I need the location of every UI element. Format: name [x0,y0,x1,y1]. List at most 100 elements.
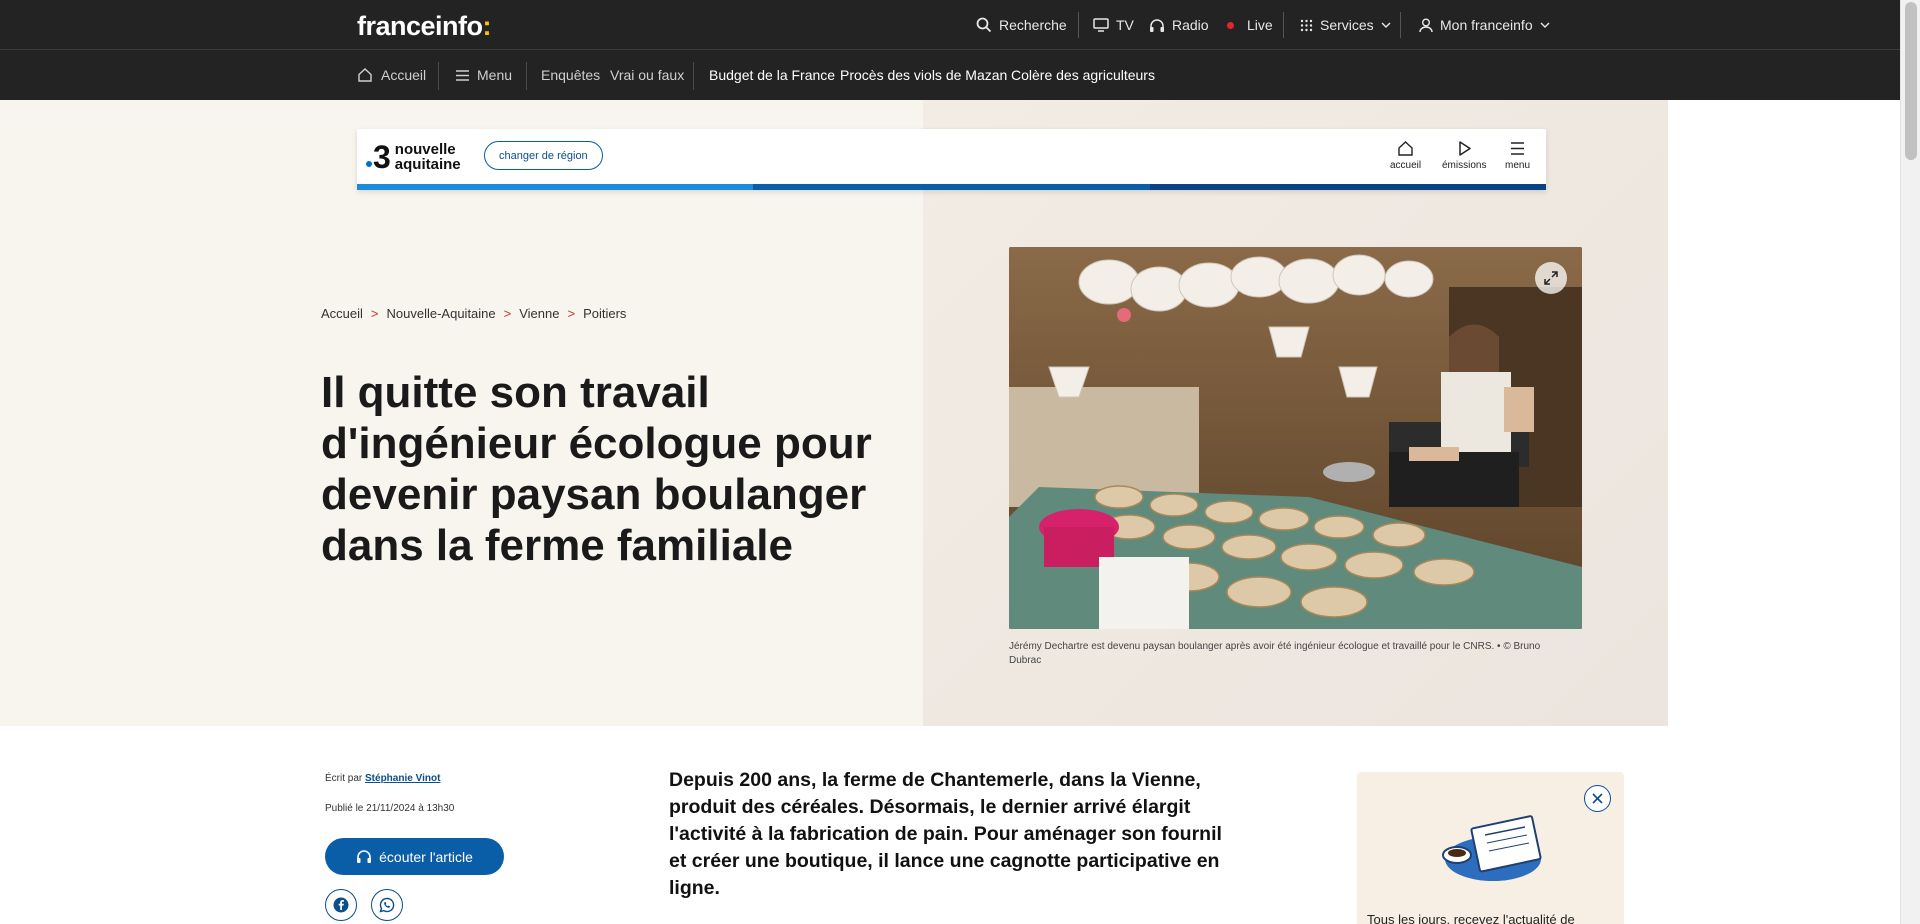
account-menu[interactable]: Mon franceinfo [1419,0,1550,50]
france3-region-logo[interactable]: 3 nouvelle aquitaine [366,141,461,173]
facebook-icon [333,897,349,913]
logo-dot [366,161,372,167]
breadcrumb-item[interactable]: Vienne [519,306,559,321]
nav-topic-budget[interactable]: Budget de la France [709,50,835,100]
region-color-stripe [357,184,1546,190]
divider [438,62,439,90]
account-label: Mon franceinfo [1440,17,1533,33]
change-region-button[interactable]: changer de région [484,141,603,170]
nav-topic-label: Budget de la France [709,67,836,83]
scrollbar-thumb[interactable] [1905,2,1917,160]
tv-label: TV [1116,17,1134,33]
nav-item-vrai-ou-faux[interactable]: Vrai ou faux [610,50,684,100]
breadcrumb-separator: > [503,306,512,321]
newspaper-coffee-illustration [1442,815,1542,881]
region-menu-label: menu [1505,160,1531,171]
top-bar: franceinfo: Recherche TV Radio Live Serv… [0,0,1900,50]
radio-label: Radio [1172,17,1209,33]
search-label: Recherche [999,17,1067,33]
photo-caption: Jérémy Dechartre est devenu paysan boula… [1009,641,1541,666]
nav-home[interactable]: Accueil [357,50,426,100]
region-name-line2: aquitaine [394,156,461,173]
newsletter-promo: Tous les jours, recevez l'actualité de [1357,772,1624,924]
byline: Écrit par Stéphanie Vinot [325,773,440,784]
breadcrumb-item[interactable]: Nouvelle-Aquitaine [387,306,496,321]
chevron-down-icon [1381,22,1391,28]
nav-topic-mazan[interactable]: Procès des viols de Mazan [840,50,1007,100]
expand-icon [1543,270,1559,286]
breadcrumb-separator: > [567,306,576,321]
breadcrumb-separator: > [370,306,379,321]
stripe-segment [753,184,1150,190]
whatsapp-icon [379,897,395,913]
promo-text: Tous les jours, recevez l'actualité de [1367,912,1575,924]
search-button[interactable]: Recherche [976,0,1067,50]
expand-image-button[interactable] [1535,262,1567,294]
author-link[interactable]: Stéphanie Vinot [365,773,440,784]
divider [1283,12,1284,38]
share-whatsapp-button[interactable] [371,889,403,921]
headphones-icon [1149,18,1165,33]
divider [1400,12,1401,38]
divider [693,62,694,90]
channel-number: 3 [373,139,391,175]
scrollbar[interactable] [1900,0,1920,924]
live-dot-icon [1227,21,1234,29]
region-home-button[interactable]: accueil [1390,140,1421,171]
tv-link[interactable]: TV [1093,0,1134,50]
live-label: Live [1247,17,1273,33]
regional-banner: 3 nouvelle aquitaine changer de région ac… [357,129,1546,190]
live-link[interactable]: Live [1227,0,1273,50]
bakery-illustration [1009,247,1582,629]
close-icon [1592,793,1603,804]
home-icon [1397,140,1414,157]
breadcrumb-item[interactable]: Accueil [321,306,363,321]
stripe-segment [1149,184,1546,190]
headphones-icon [356,849,372,864]
article-lead: Depuis 200 ans, la ferme de Chantemerle,… [669,769,1222,899]
region-name: nouvelle aquitaine [395,142,461,172]
nav-menu-label: Menu [477,67,513,83]
byline-prefix: Écrit par [325,773,363,784]
nav-item-label: Vrai ou faux [610,67,685,83]
radio-link[interactable]: Radio [1149,0,1209,50]
article-photo[interactable] [1009,247,1582,629]
region-home-label: accueil [1390,160,1422,171]
listen-article-button[interactable]: écouter l'article [325,838,504,875]
stripe-segment [357,184,754,190]
chevron-down-icon [1540,22,1550,28]
nav-topic-agriculteurs[interactable]: Colère des agriculteurs [1011,50,1155,100]
franceinfo-logo[interactable]: franceinfo: [357,11,492,42]
region-emissions-button[interactable]: émissions [1442,140,1486,171]
nav-item-enquetes[interactable]: Enquêtes [541,50,600,100]
hamburger-icon [1509,140,1526,157]
user-icon [1419,18,1433,33]
tv-icon [1093,18,1109,32]
play-icon [1456,140,1473,157]
close-promo-button[interactable] [1584,785,1611,812]
nav-topic-label: Colère des agriculteurs [1011,67,1155,83]
divider [526,62,527,90]
listen-label: écouter l'article [379,848,473,865]
nav-topic-label: Procès des viols de Mazan [840,67,1008,83]
share-facebook-button[interactable] [325,889,357,921]
logo-text: franceinfo [357,11,483,41]
logo-colon: : [482,11,492,41]
breadcrumb-item[interactable]: Poitiers [583,306,626,321]
publish-date: Publié le 21/11/2024 à 13h30 [325,803,455,814]
home-icon [357,67,373,83]
article-title: Il quitte son travail d'ingénieur écolog… [321,368,872,570]
region-menu-button[interactable]: menu [1505,140,1530,171]
nav-home-label: Accueil [381,67,427,83]
grid-icon [1300,19,1313,32]
hamburger-icon [456,69,469,81]
search-icon [976,17,992,33]
nav-menu[interactable]: Menu [456,50,512,100]
services-label: Services [1320,17,1374,33]
region-emissions-label: émissions [1442,160,1487,171]
services-menu[interactable]: Services [1300,0,1391,50]
divider [1078,12,1079,38]
breadcrumb: Accueil > Nouvelle-Aquitaine > Vienne > … [321,306,626,321]
main-nav: Accueil Menu Enquêtes Vrai ou faux Budge… [0,50,1900,100]
nav-item-label: Enquêtes [541,67,601,83]
